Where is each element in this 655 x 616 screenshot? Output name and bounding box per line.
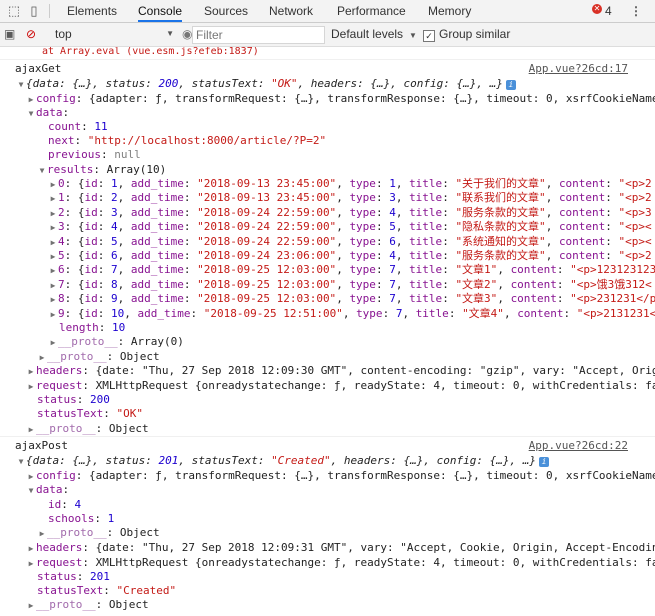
tree-node-results-proto[interactable]: ▶ __proto__: Array(0) [48, 334, 184, 349]
table-row[interactable]: ▶ 6: {id: 7, add_time: "2018-09-25 12:03:… [48, 262, 655, 277]
table-row[interactable]: ▶ 1: {id: 2, add_time: "2018-09-13 23:45:… [48, 190, 652, 205]
tree-node-config[interactable]: ▶ config: {adapter: ƒ, transformRequest: … [26, 91, 655, 106]
table-row[interactable]: ▶ 3: {id: 4, add_time: "2018-09-24 22:59:… [48, 219, 652, 234]
levels-label: Default levels [331, 27, 404, 41]
expand-triangle-icon[interactable]: ▼ [16, 77, 26, 92]
collapse-triangle-icon[interactable]: ▶ [26, 541, 36, 556]
tree-node-data-proto[interactable]: ▶ __proto__: Object [37, 525, 160, 540]
context-value: top [55, 27, 72, 41]
tree-node-data[interactable]: ▼ data: [26, 482, 70, 498]
table-row[interactable]: ▶ 5: {id: 6, add_time: "2018-09-24 23:06:… [48, 248, 652, 263]
error-count[interactable]: 4 [605, 0, 612, 22]
tree-node-proto[interactable]: ▶ __proto__: Object [26, 597, 149, 612]
error-icon[interactable]: ✕ [592, 4, 602, 14]
tree-node-schools: schools: 1 [48, 512, 115, 525]
expand-triangle-icon[interactable]: ▼ [16, 454, 26, 469]
error-stack-line: at Array.eval (vue.esm.js?efeb:1837) [42, 47, 259, 57]
divider [49, 4, 50, 18]
tree-node-results[interactable]: ▼ results: Array(10) [37, 162, 167, 178]
response-summary[interactable]: ▼ {data: {…}, status: 200, statusText: "O… [16, 76, 516, 91]
tab-performance[interactable]: Performance [337, 0, 406, 22]
info-icon: i [539, 457, 550, 467]
table-row[interactable]: ▶ 9: {id: 10, add_time: "2018-09-25 12:51… [48, 306, 655, 321]
tree-node-count: count: 11 [48, 120, 108, 133]
info-icon: i [505, 80, 516, 90]
tree-node-next: next: "http://localhost:8000/article/?P=… [48, 134, 327, 147]
tab-elements[interactable]: Elements [67, 0, 117, 22]
tab-console[interactable]: Console [138, 0, 183, 22]
console-output: at Array.eval (vue.esm.js?efeb:1837) aja… [0, 47, 655, 616]
device-toolbar-icon[interactable]: ▯ [26, 3, 42, 19]
tree-node-headers[interactable]: ▶ headers: {date: "Thu, 27 Sep 2018 12:09… [26, 363, 655, 378]
divider [0, 59, 655, 60]
tree-node-config[interactable]: ▶ config: {adapter: ƒ, transformRequest: … [26, 468, 655, 483]
collapse-triangle-icon[interactable]: ▶ [26, 598, 36, 613]
tree-node-id: id: 4 [48, 498, 82, 511]
clear-console-icon[interactable]: ⊘ [26, 27, 36, 41]
tree-node-statustext: statusText: "OK" [37, 407, 143, 420]
expand-triangle-icon[interactable]: ▼ [26, 106, 36, 121]
divider [0, 436, 655, 437]
table-row[interactable]: ▶ 2: {id: 3, add_time: "2018-09-24 22:59:… [48, 205, 652, 220]
tree-node-data[interactable]: ▼ data: [26, 105, 70, 121]
chevron-down-icon: ▼ [409, 31, 417, 40]
console-toolbar: ▣ ⊘ top ▼ ◉ Filter Default levels ▼ ✓ Grou… [0, 23, 655, 47]
tree-node-proto[interactable]: ▶ __proto__: Object [26, 421, 149, 436]
tree-node-request[interactable]: ▶ request: XMLHttpRequest {onreadystatech… [26, 555, 655, 570]
inspect-element-icon[interactable]: ⬚ [6, 3, 22, 19]
tree-node-headers[interactable]: ▶ headers: {date: "Thu, 27 Sep 2018 12:09… [26, 540, 655, 555]
collapse-triangle-icon[interactable]: ▶ [48, 307, 58, 322]
sidebar-toggle-icon[interactable]: ▣ [4, 27, 15, 41]
log-label: ajaxPost [15, 439, 68, 452]
filter-input[interactable]: Filter [192, 26, 325, 44]
tree-node-length: length: 10 [59, 321, 126, 334]
collapse-triangle-icon[interactable]: ▶ [48, 335, 58, 350]
group-similar-label: Group similar [439, 27, 511, 41]
table-row[interactable]: ▶ 0: {id: 1, add_time: "2018-09-13 23:45:… [48, 176, 652, 191]
tree-node-request[interactable]: ▶ request: XMLHttpRequest {onreadystatech… [26, 378, 655, 393]
tree-node-previous: previous: null [48, 148, 141, 161]
checkbox-checked-icon[interactable]: ✓ [423, 30, 435, 42]
response-summary[interactable]: ▼ {data: {…}, status: 201, statusText: "C… [16, 453, 550, 469]
collapse-triangle-icon[interactable]: ▶ [26, 556, 36, 571]
expand-triangle-icon[interactable]: ▼ [26, 483, 36, 498]
context-select[interactable]: top ▼ [55, 26, 180, 42]
expand-triangle-icon[interactable]: ▼ [37, 163, 47, 178]
devtools-tabbar: ⬚ ▯ Elements Console Sources Network Per… [0, 0, 655, 23]
tab-sources[interactable]: Sources [204, 0, 248, 22]
chevron-down-icon: ▼ [166, 29, 174, 38]
log-levels-select[interactable]: Default levels ▼ [331, 26, 417, 44]
group-similar-toggle[interactable]: ✓ Group similar [423, 26, 510, 42]
collapse-triangle-icon[interactable]: ▶ [26, 364, 36, 379]
tree-node-data-proto[interactable]: ▶ __proto__: Object [37, 349, 160, 364]
tab-network[interactable]: Network [269, 0, 313, 22]
log-label: ajaxGet [15, 62, 62, 75]
tree-node-statustext: statusText: "Created" [37, 584, 177, 597]
collapse-triangle-icon[interactable]: ▶ [37, 526, 47, 541]
tab-memory[interactable]: Memory [428, 0, 471, 22]
eye-icon[interactable]: ◉ [182, 27, 192, 41]
tree-node-status: status: 200 [37, 393, 110, 406]
more-options-icon[interactable]: ⋮ [630, 0, 642, 22]
table-row[interactable]: ▶ 4: {id: 5, add_time: "2018-09-24 22:59:… [48, 234, 652, 249]
table-row[interactable]: ▶ 7: {id: 8, add_time: "2018-09-25 12:03:… [48, 277, 652, 292]
collapse-triangle-icon[interactable]: ▶ [26, 422, 36, 437]
collapse-triangle-icon[interactable]: ▶ [26, 379, 36, 394]
table-row[interactable]: ▶ 8: {id: 9, add_time: "2018-09-25 12:03:… [48, 291, 655, 306]
tree-node-status: status: 201 [37, 570, 110, 583]
source-link[interactable]: App.vue?26cd:22 [529, 438, 628, 453]
source-link[interactable]: App.vue?26cd:17 [529, 61, 628, 76]
